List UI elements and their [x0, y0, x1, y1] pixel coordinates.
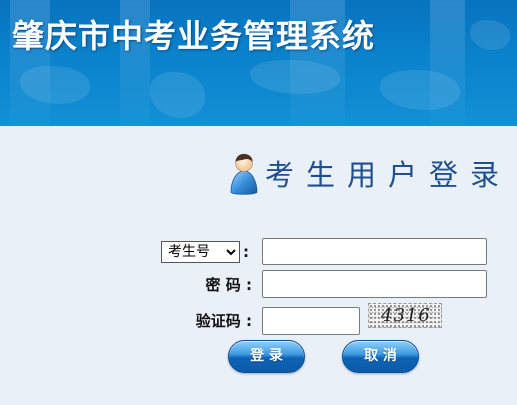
- user-avatar-icon: [230, 153, 258, 195]
- banner-map-shape: [470, 20, 510, 50]
- app-title: 肇庆市中考业务管理系统: [12, 17, 376, 55]
- cancel-button[interactable]: 取 消: [342, 340, 419, 373]
- banner-map-shape: [250, 60, 340, 94]
- captcha-code: 4316: [381, 305, 431, 326]
- id-type-select[interactable]: 考生号: [161, 241, 240, 263]
- password-label: 密 码 :: [205, 276, 252, 294]
- username-input[interactable]: [262, 238, 487, 265]
- banner-map-shape: [380, 70, 460, 110]
- id-type-colon: :: [243, 243, 249, 261]
- banner-map-shape: [150, 72, 205, 118]
- login-heading: 考生用户登录: [265, 158, 512, 192]
- login-button[interactable]: 登 录: [228, 340, 305, 373]
- password-input[interactable]: [262, 270, 487, 298]
- login-page: 肇庆市中考业务管理系统 考生用户登录 考生号 : 密 码 : 验证码 : 431…: [0, 0, 517, 405]
- captcha-label: 验证码 :: [195, 312, 252, 330]
- header-banner: 肇庆市中考业务管理系统: [0, 0, 517, 126]
- captcha-input[interactable]: [262, 307, 360, 335]
- captcha-image[interactable]: 4316: [368, 303, 442, 328]
